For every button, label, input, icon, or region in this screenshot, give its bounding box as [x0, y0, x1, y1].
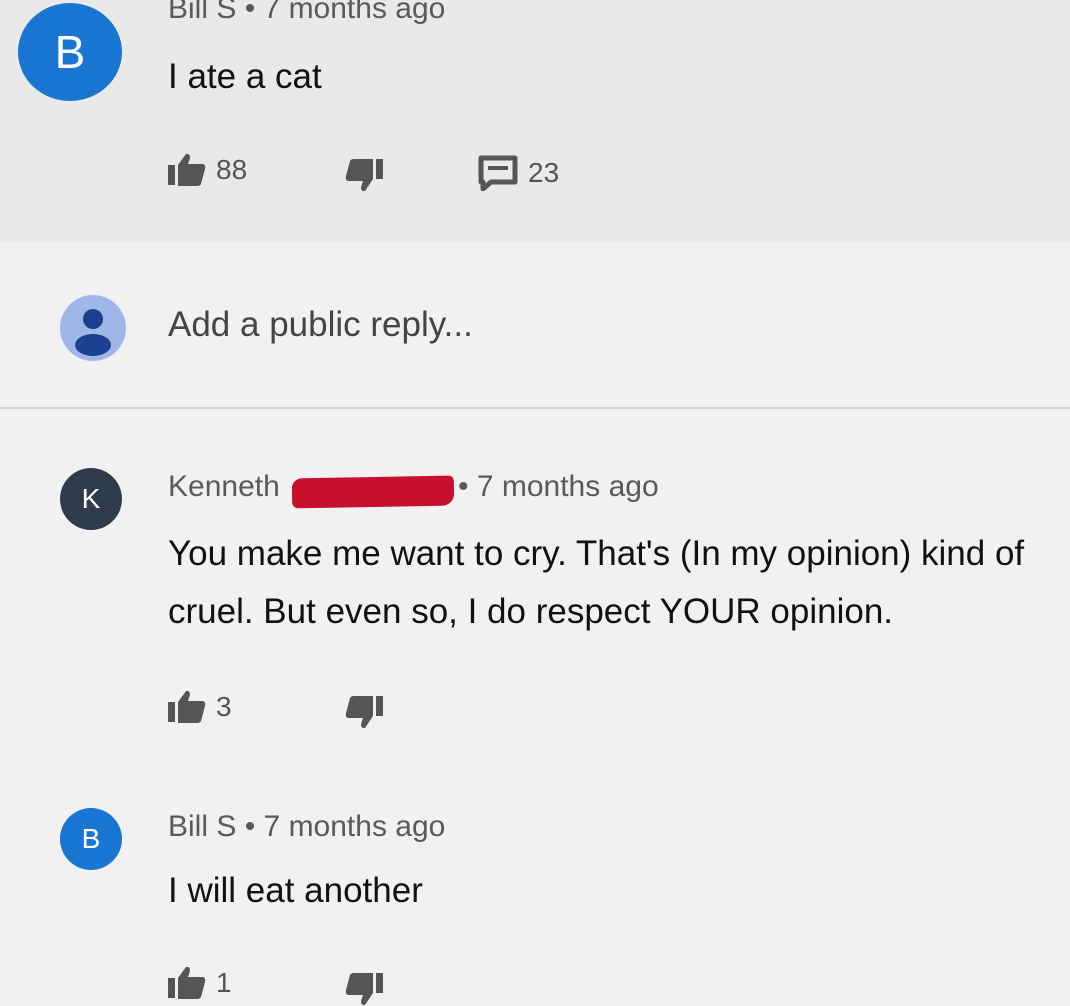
dislike-button[interactable]	[345, 972, 383, 1006]
thumbs-down-icon	[345, 973, 383, 1006]
avatar[interactable]: B	[18, 3, 122, 101]
redaction-mark	[291, 475, 455, 509]
thumbs-up-icon	[168, 690, 206, 723]
avatar-letter: B	[54, 26, 86, 78]
avatar-letter: K	[81, 483, 101, 514]
reply-count-button[interactable]: 23	[478, 155, 559, 191]
like-count: 88	[216, 154, 248, 185]
separator-dot: •	[244, 810, 264, 843]
thumbs-down-icon	[345, 696, 383, 729]
thumbs-up-icon	[168, 153, 206, 186]
comment-time[interactable]: 7 months ago	[477, 470, 659, 503]
comment-icon	[478, 155, 518, 191]
comment-time[interactable]: 7 months ago	[264, 810, 446, 843]
dislike-button[interactable]	[345, 158, 383, 192]
avatar-letter: B	[81, 823, 101, 854]
thumbs-up-icon	[168, 966, 206, 999]
comment-text: You make me want to cry. That's (In my o…	[168, 534, 1025, 631]
dislike-button[interactable]	[345, 695, 383, 729]
like-count: 1	[216, 967, 232, 998]
user-avatar	[60, 295, 126, 361]
reply-input[interactable]: Add a public reply...	[168, 305, 473, 345]
like-button[interactable]: 88	[168, 153, 247, 187]
comment-text: I ate a cat	[168, 57, 322, 96]
like-button[interactable]: 1	[168, 966, 232, 1000]
thumbs-down-icon	[345, 159, 383, 192]
comment-meta: Bill S • 7 months ago	[168, 810, 445, 844]
author-name[interactable]: Kenneth	[168, 470, 280, 503]
author-name[interactable]: Bill S	[168, 810, 236, 843]
comment-meta: • 7 months ago	[458, 470, 659, 504]
person-icon	[75, 309, 111, 356]
reply-count: 23	[528, 157, 560, 188]
top-comment: B Bill S • 7 months ago I ate a cat 88 2…	[0, 0, 1070, 242]
avatar[interactable]: K	[60, 468, 122, 530]
separator-dot: •	[244, 0, 264, 25]
comment-meta: Bill S • 7 months ago	[168, 0, 445, 26]
comment-meta: Kenneth	[168, 470, 280, 504]
author-name[interactable]: Bill S	[168, 0, 236, 25]
divider	[0, 407, 1070, 409]
comment-time[interactable]: 7 months ago	[264, 0, 446, 25]
like-button[interactable]: 3	[168, 690, 232, 724]
avatar[interactable]: B	[60, 808, 122, 870]
like-count: 3	[216, 691, 232, 722]
separator-dot: •	[458, 470, 477, 503]
comment-text: I will eat another	[168, 871, 423, 910]
